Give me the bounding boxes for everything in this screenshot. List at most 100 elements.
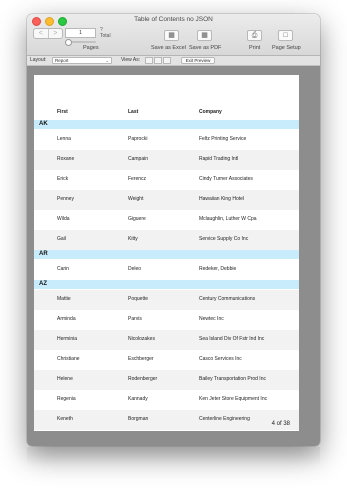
chevron-down-icon: ⌄ — [105, 58, 109, 63]
table-row: Keneth Borgman Centerline Engineering — [34, 410, 299, 430]
print-label: Print — [249, 45, 261, 51]
cell-company: Feltz Printing Service — [199, 136, 247, 142]
cell-company: Bailey Transportation Prod Inc — [199, 376, 266, 382]
cell-last: Borgman — [128, 416, 149, 422]
cell-company: Centerline Engineering — [199, 416, 250, 422]
view-as-label: View As: — [121, 57, 141, 63]
cell-first: Arminda — [57, 316, 76, 322]
cell-last: Paprocki — [128, 136, 148, 142]
cell-company: Rapid Trading Intl — [199, 156, 239, 162]
page-setup-icon: □ — [283, 32, 288, 39]
table-row: Christiane Eschberger Casco Services Inc — [34, 350, 299, 370]
layout-label: Layout: — [30, 57, 47, 63]
table-row: Erick Ferencz Cindy Turner Associates — [34, 170, 299, 190]
preview-area[interactable]: First Last Company AK Lenna Paprocki Fel… — [27, 66, 320, 446]
group-header-az: AZ — [34, 280, 299, 289]
cell-first: Wilda — [57, 216, 70, 222]
cell-first: Gail — [57, 236, 66, 242]
print-button[interactable]: ⎙ — [247, 30, 262, 41]
page-slider-thumb[interactable] — [65, 39, 72, 46]
table-row: Wilda Giguere Mclaughlin, Luther W Cpa — [34, 210, 299, 230]
window-shadow-reflection — [27, 447, 320, 465]
view-as-list-icon[interactable] — [154, 57, 162, 64]
cell-company: Redeker, Debbie — [199, 266, 237, 272]
table-row: Mattie Poquette Century Communications — [34, 290, 299, 310]
group-header-ak: AK — [34, 120, 299, 129]
layout-select-value: Report — [55, 58, 69, 63]
window-title: Table of Contents no JSON — [134, 16, 213, 23]
previous-page-button[interactable]: < — [34, 29, 49, 38]
cell-first: Herminia — [57, 336, 78, 342]
report-window: Table of Contents no JSON < > 1 ? Total … — [27, 14, 320, 446]
group-state-label: AR — [39, 251, 48, 257]
cell-last: Giguere — [128, 216, 146, 222]
excel-file-icon: ▦ — [168, 32, 175, 39]
cell-company: Service Supply Co Inc — [199, 236, 249, 242]
cell-company: Newtec Inc — [199, 316, 224, 322]
table-row: Helene Rodenberger Bailey Transportation… — [34, 370, 299, 390]
cell-first: Roxane — [57, 156, 75, 162]
header-company: Company — [199, 109, 222, 115]
table-row: Penney Weight Hawaiian King Hotel — [34, 190, 299, 210]
cell-company: Century Communications — [199, 296, 256, 302]
table-row: Herminia Nicolozakes Sea Island Div Of F… — [34, 330, 299, 350]
view-as-table-icon[interactable] — [163, 57, 171, 64]
cell-last: Weight — [128, 196, 144, 202]
group-state-label: AK — [39, 121, 48, 127]
page-navigation: < > — [33, 28, 63, 39]
pdf-file-icon: ▦ — [201, 32, 208, 39]
total-label: Total — [100, 33, 111, 39]
cell-last: Ferencz — [128, 176, 147, 182]
page-indicator: 4 of 38 — [271, 421, 290, 427]
cell-last: Eschberger — [128, 356, 154, 362]
next-page-button[interactable]: > — [49, 29, 63, 38]
page-setup-button[interactable]: □ — [278, 30, 293, 41]
table-row: Arminda Parvis Newtec Inc — [34, 310, 299, 330]
pages-label: Pages — [83, 45, 99, 51]
cell-first: Mattie — [57, 296, 71, 302]
cell-last: Kannady — [128, 396, 148, 402]
layout-select[interactable]: Report ⌄ — [52, 57, 112, 64]
status-bar: Layout: Report ⌄ View As: Exit Preview — [27, 56, 320, 66]
exit-preview-button[interactable]: Exit Preview — [181, 57, 215, 64]
cell-last: Rodenberger — [128, 376, 158, 382]
cell-company: Casco Services Inc — [199, 356, 242, 362]
cell-first: Erick — [57, 176, 69, 182]
cell-first: Lenna — [57, 136, 71, 142]
save-as-pdf-button[interactable]: ▦ — [197, 30, 212, 41]
title-bar: Table of Contents no JSON < > 1 ? Total … — [27, 14, 320, 56]
cell-company: Ken Jeter Store Equipment Inc — [199, 396, 268, 402]
page-setup-label: Page Setup — [272, 45, 301, 51]
table-row: Lenna Paprocki Feltz Printing Service — [34, 130, 299, 150]
cell-last: Poquette — [128, 296, 149, 302]
printer-icon: ⎙ — [251, 32, 258, 39]
table-row: Carin Deleo Redeker, Debbie — [34, 260, 299, 280]
table-row: Gail Kitty Service Supply Co Inc — [34, 230, 299, 250]
group-state-label: AZ — [39, 281, 47, 287]
cell-company: Hawaiian King Hotel — [199, 196, 245, 202]
cell-first: Carin — [57, 266, 69, 272]
cell-company: Mclaughlin, Luther W Cpa — [199, 216, 257, 222]
report-page: First Last Company AK Lenna Paprocki Fel… — [34, 75, 299, 431]
cell-first: Regenia — [57, 396, 76, 402]
cell-first: Keneth — [57, 416, 73, 422]
save-as-excel-button[interactable]: ▦ — [164, 30, 179, 41]
table-row: Roxane Campain Rapid Trading Intl — [34, 150, 299, 170]
cell-last: Nicolozakes — [128, 336, 155, 342]
header-first: First — [57, 109, 68, 115]
cell-first: Christiane — [57, 356, 80, 362]
cell-company: Cindy Turner Associates — [199, 176, 253, 182]
page-number-field[interactable]: 1 — [65, 28, 96, 38]
cell-company: Sea Island Div Of Fstr Ind Inc — [199, 336, 265, 342]
save-as-pdf-label: Save as PDF — [189, 45, 222, 51]
cell-last: Deleo — [128, 266, 142, 272]
save-as-excel-label: Save as Excel — [151, 45, 186, 51]
view-as-form-icon[interactable] — [145, 57, 153, 64]
cell-last: Kitty — [128, 236, 138, 242]
group-header-ar: AR — [34, 250, 299, 259]
cell-last: Parvis — [128, 316, 142, 322]
header-last: Last — [128, 109, 139, 115]
cell-last: Campain — [128, 156, 149, 162]
cell-first: Penney — [57, 196, 74, 202]
table-row: Regenia Kannady Ken Jeter Store Equipmen… — [34, 390, 299, 410]
